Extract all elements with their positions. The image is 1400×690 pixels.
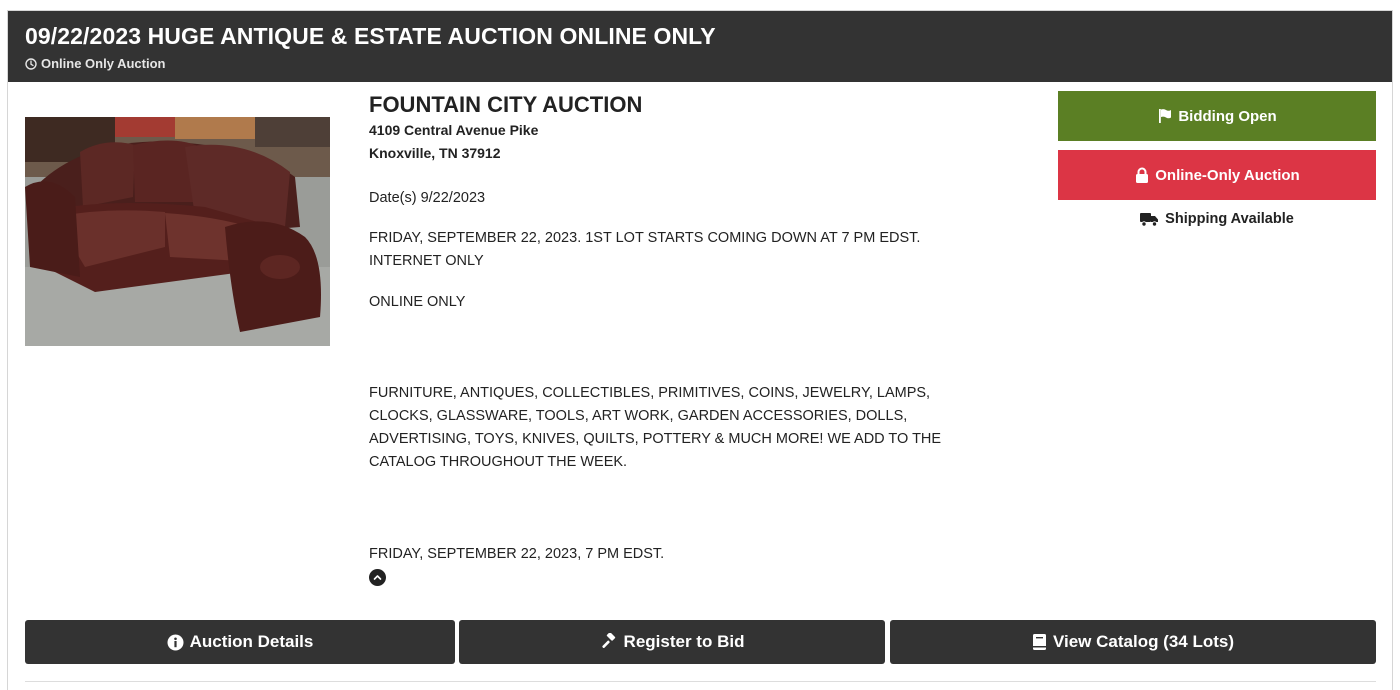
auction-type-subtitle: Online Only Auction <box>25 56 165 71</box>
truck-icon <box>1140 212 1159 227</box>
auction-photo[interactable] <box>25 117 330 346</box>
view-catalog-label: View Catalog (34 Lots) <box>1052 632 1235 651</box>
auctioneer-name[interactable]: FOUNTAIN CITY AUCTION <box>369 91 989 119</box>
collapse-description-button[interactable] <box>369 569 386 586</box>
subtitle-label: Online Only Auction <box>41 56 166 71</box>
book-icon <box>1032 634 1046 650</box>
online-only-auction-button[interactable]: Online-Only Auction <box>1058 150 1376 200</box>
description-paragraph-4: FRIDAY, SEPTEMBER 22, 2023, 7 PM EDST. <box>369 546 665 562</box>
address-line-1: 4109 Central Avenue Pike <box>369 122 539 138</box>
auction-card: 09/22/2023 HUGE ANTIQUE & ESTATE AUCTION… <box>7 10 1393 690</box>
shipping-label: Shipping Available <box>1165 211 1294 227</box>
auction-info: FOUNTAIN CITY AUCTION 4109 Central Avenu… <box>369 91 989 586</box>
register-to-bid-label: Register to Bid <box>623 632 745 651</box>
bidding-open-button[interactable]: Bidding Open <box>1058 91 1376 141</box>
lock-icon <box>1136 167 1149 183</box>
address-line-2: Knoxville, TN 37912 <box>369 145 501 161</box>
auction-type-label: Online-Only Auction <box>1155 166 1300 184</box>
chevron-up-icon <box>373 575 382 580</box>
gavel-icon <box>601 633 615 648</box>
view-catalog-button[interactable]: View Catalog (34 Lots) <box>890 620 1376 664</box>
flag-icon <box>1159 109 1172 123</box>
shipping-available: Shipping Available <box>1058 211 1376 227</box>
clock-icon <box>25 57 37 70</box>
auction-details-label: Auction Details <box>189 632 314 651</box>
auction-title[interactable]: 09/22/2023 HUGE ANTIQUE & ESTATE AUCTION… <box>25 23 716 50</box>
auction-dates: Date(s) 9/22/2023 <box>369 190 486 206</box>
description-paragraph-1: FRIDAY, SEPTEMBER 22, 2023. 1ST LOT STAR… <box>369 230 921 269</box>
description-paragraph-2: ONLINE ONLY <box>369 294 466 310</box>
register-to-bid-button[interactable]: Register to Bid <box>459 620 885 664</box>
auction-header: 09/22/2023 HUGE ANTIQUE & ESTATE AUCTION… <box>8 11 1392 82</box>
bidding-status-label: Bidding Open <box>1178 107 1277 125</box>
status-panel: Bidding Open Online-Only Auction Shippin… <box>1058 91 1376 227</box>
description-paragraph-3: FURNITURE, ANTIQUES, COLLECTIBLES, PRIMI… <box>369 385 942 470</box>
auction-details-button[interactable]: Auction Details <box>25 620 455 664</box>
info-circle-icon <box>167 634 184 650</box>
sofa-image <box>25 117 330 346</box>
